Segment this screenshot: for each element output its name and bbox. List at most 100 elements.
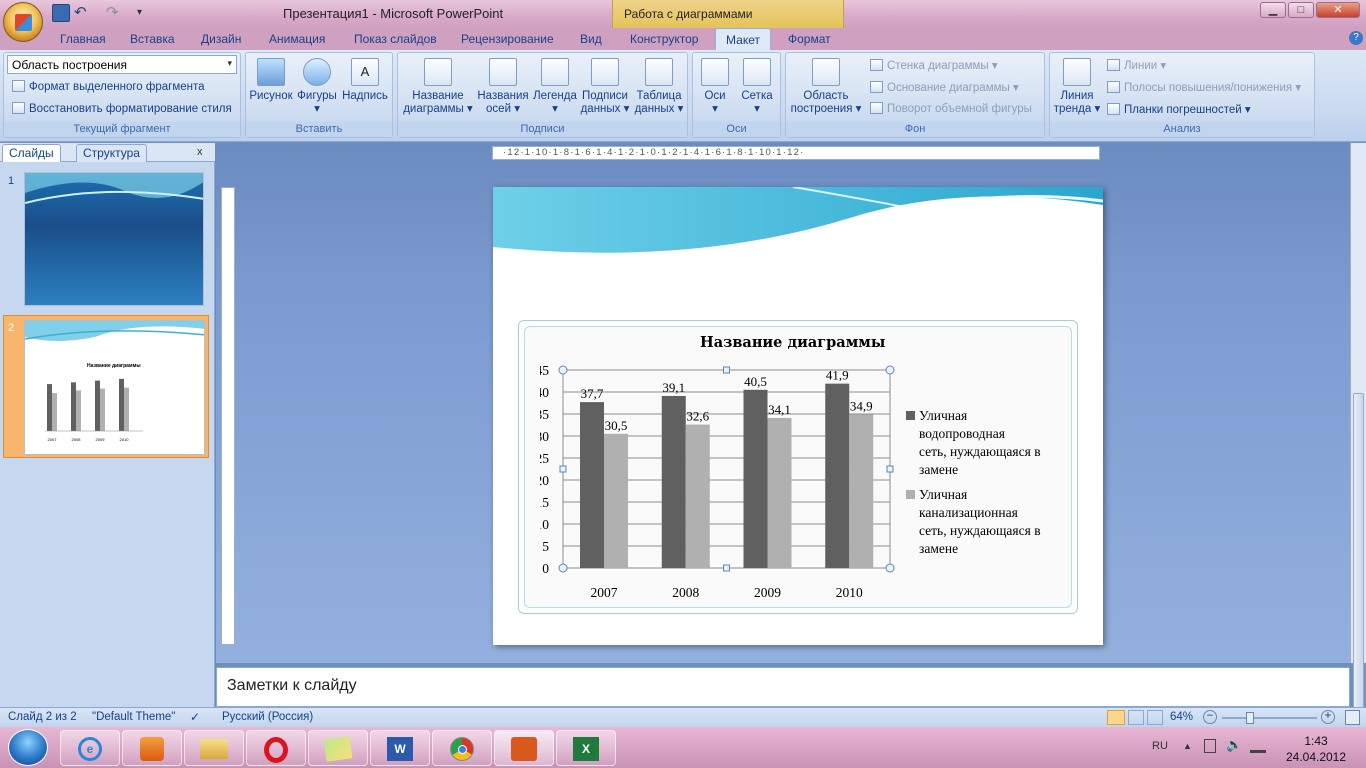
chart-title[interactable]: Название диаграммы xyxy=(700,334,900,351)
start-button[interactable] xyxy=(8,729,48,766)
redo-icon[interactable]: ↷ xyxy=(106,4,124,22)
tab-insert[interactable]: Вставка xyxy=(130,32,175,46)
zoom-out-icon[interactable]: − xyxy=(1203,710,1217,724)
powerpoint-icon[interactable] xyxy=(494,730,554,766)
language-indicator[interactable]: Русский (Россия) xyxy=(222,711,313,723)
textbox-label: Надпись xyxy=(342,90,388,102)
customize-qat-icon[interactable]: ▾ xyxy=(137,4,155,22)
thumb-chart: 2007 2008 2009 2010 xyxy=(45,378,143,442)
usb-icon[interactable] xyxy=(1204,739,1216,753)
y-tick-label: 5 xyxy=(542,539,549,554)
data-labels-icon xyxy=(591,58,619,86)
tab-format[interactable]: Формат xyxy=(788,32,831,46)
picture-button[interactable]: Рисунок xyxy=(248,58,294,103)
gridlines-button[interactable]: Сетка ▾ xyxy=(737,58,777,116)
tab-slides[interactable]: Слайды xyxy=(2,144,61,162)
shapes-button[interactable]: Фигуры ▾ xyxy=(296,58,338,116)
zoom-slider-thumb[interactable] xyxy=(1246,712,1254,724)
tab-review[interactable]: Рецензирование xyxy=(461,32,554,46)
trendline-button[interactable]: Линия тренда ▾ xyxy=(1052,58,1102,116)
data-table-button[interactable]: Таблица данных ▾ xyxy=(632,58,686,116)
chart-title-button[interactable]: Название диаграммы ▾ xyxy=(402,58,474,116)
word-icon[interactable]: W xyxy=(370,730,430,766)
zoom-slider-track[interactable] xyxy=(1222,717,1317,719)
chart-elements-combo[interactable]: Область построения ▾ xyxy=(7,55,237,74)
updown-bars-button[interactable]: Полосы повышения/понижения ▾ xyxy=(1107,80,1301,94)
pictures-icon[interactable] xyxy=(308,730,368,766)
maximize-button[interactable]: □ xyxy=(1288,2,1314,18)
axes-label: Оси xyxy=(704,90,726,102)
tab-slideshow[interactable]: Показ слайдов xyxy=(354,32,437,46)
tab-design[interactable]: Дизайн xyxy=(201,32,241,46)
updown-bars-icon xyxy=(1107,81,1120,93)
trendline-icon xyxy=(1063,58,1091,86)
zoom-level[interactable]: 64% xyxy=(1170,711,1193,723)
slide-thumbnail-1[interactable] xyxy=(24,172,204,306)
chrome-icon[interactable] xyxy=(432,730,492,766)
legend-entry-1[interactable]: Уличная водопроводная сеть, нуждающаяся … xyxy=(906,407,1041,479)
input-language[interactable]: RU xyxy=(1152,740,1168,752)
slide-thumbnail-2[interactable]: Название диаграммы 2007 2008 2009 2010 xyxy=(24,320,205,455)
explorer-icon[interactable] xyxy=(184,730,244,766)
tab-design-chart[interactable]: Конструктор xyxy=(630,32,698,46)
scrollbar-thumb[interactable] xyxy=(1353,393,1364,738)
fit-to-window-icon[interactable] xyxy=(1345,710,1360,725)
close-panel-icon[interactable]: x xyxy=(197,146,203,158)
notes-field[interactable]: Заметки к слайду xyxy=(216,667,1350,707)
media-player-icon[interactable] xyxy=(122,730,182,766)
format-selection-button[interactable]: Формат выделенного фрагмента xyxy=(12,80,205,93)
legend-text: замене xyxy=(919,541,959,556)
ie-icon[interactable]: e xyxy=(60,730,120,766)
thumb-x-label: 2009 xyxy=(96,437,106,442)
bar-2 xyxy=(604,433,628,568)
slideshow-icon[interactable] xyxy=(1147,710,1163,725)
network-icon[interactable] xyxy=(1250,739,1266,753)
chart-wall-icon xyxy=(870,59,883,71)
axes-button[interactable]: Оси ▾ xyxy=(695,58,735,116)
reset-style-button[interactable]: Восстановить форматирование стиля xyxy=(12,102,232,115)
tray-expand-icon[interactable]: ▲ xyxy=(1183,741,1192,751)
opera-icon[interactable] xyxy=(246,730,306,766)
slide-sorter-icon[interactable] xyxy=(1128,710,1144,725)
tab-layout[interactable]: Макет xyxy=(715,28,771,51)
tab-outline[interactable]: Структура xyxy=(76,144,147,162)
lines-label: Линии xyxy=(1124,60,1158,72)
axis-titles-button[interactable]: Названия осей ▾ xyxy=(474,58,532,116)
normal-view-icon[interactable] xyxy=(1107,710,1125,725)
zoom-in-icon[interactable]: + xyxy=(1321,710,1335,724)
data-labels-label-2: данных xyxy=(580,103,621,115)
chart-floor-icon xyxy=(870,81,883,93)
excel-icon[interactable]: X xyxy=(556,730,616,766)
minimize-button[interactable]: ▁ xyxy=(1260,2,1286,18)
theme-name[interactable]: "Default Theme" xyxy=(92,711,175,723)
lines-button[interactable]: Линии ▾ xyxy=(1107,58,1166,72)
save-icon[interactable] xyxy=(52,4,70,22)
selection-handle xyxy=(885,563,895,573)
legend-button[interactable]: Легенда ▾ xyxy=(532,58,578,116)
vertical-scrollbar[interactable] xyxy=(1350,143,1366,738)
tab-animation[interactable]: Анимация xyxy=(269,32,325,46)
close-button[interactable]: ✕ xyxy=(1316,2,1360,18)
textbox-button[interactable]: A Надпись xyxy=(340,58,390,103)
system-clock[interactable]: 1:43 24.04.2012 xyxy=(1276,733,1356,765)
data-label: 30,5 xyxy=(605,418,628,433)
chart-title-label-2: диаграммы xyxy=(403,103,464,115)
tab-home[interactable]: Главная xyxy=(60,32,106,46)
selection-handle xyxy=(558,365,568,375)
office-button[interactable] xyxy=(3,2,43,42)
chart-wall-button[interactable]: Стенка диаграммы ▾ xyxy=(870,58,998,72)
data-labels-button[interactable]: Подписи данных ▾ xyxy=(578,58,632,116)
bar-2 xyxy=(767,417,792,568)
volume-icon[interactable]: 🔈 xyxy=(1226,737,1242,753)
plot-area-button[interactable]: Область построения ▾ xyxy=(790,58,862,116)
spellcheck-icon[interactable]: ✓ xyxy=(190,710,200,724)
thumb-x-label: 2010 xyxy=(120,437,130,442)
legend-entry-2[interactable]: Уличная канализационная сеть, нуждающаяс… xyxy=(906,486,1041,558)
plot-area[interactable]: 0 5 10 15 20 25 30 35 40 45 37,7 30,5 2007 39,132,6 20… xyxy=(540,360,910,610)
tab-view[interactable]: Вид xyxy=(580,32,602,46)
error-bars-button[interactable]: Планки погрешностей ▾ xyxy=(1107,102,1251,116)
chart-floor-button[interactable]: Основание диаграммы ▾ xyxy=(870,80,1019,94)
3d-rotation-button[interactable]: Поворот объемной фигуры xyxy=(870,102,1032,115)
undo-icon[interactable]: ↶ xyxy=(74,4,92,22)
help-icon[interactable]: ? xyxy=(1349,31,1363,45)
